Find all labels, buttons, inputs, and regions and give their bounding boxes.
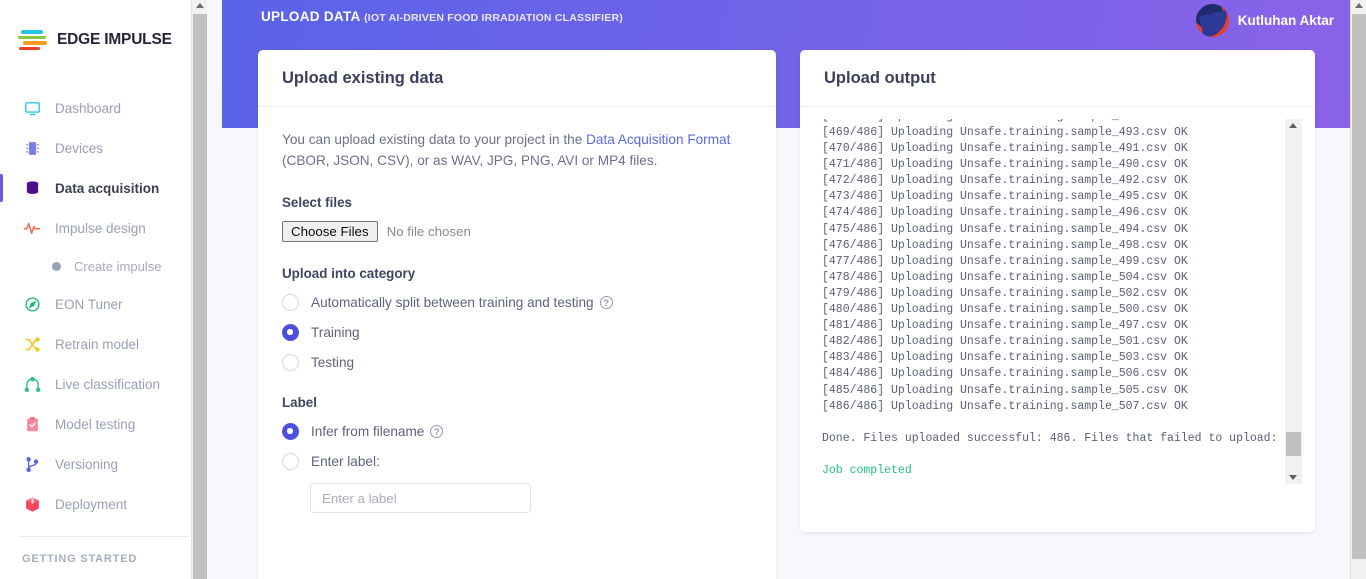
- user-name: Kutluhan Aktar: [1237, 13, 1334, 28]
- network-icon: [22, 374, 42, 394]
- sidebar-item-model-testing[interactable]: Model testing: [0, 404, 207, 444]
- edge-impulse-logo-icon: [18, 29, 50, 51]
- sidebar-scrollbar[interactable]: [191, 0, 207, 579]
- upload-output-card: Upload output [468/486] Uploading Unsafe…: [800, 50, 1315, 532]
- radio-auto-split[interactable]: Automatically split between training and…: [282, 294, 752, 311]
- radio-label: Automatically split between training and…: [311, 295, 594, 310]
- upload-output-console[interactable]: [468/486] Uploading Unsafe.training.samp…: [800, 107, 1315, 507]
- sidebar-item-create-impulse[interactable]: Create impulse: [0, 248, 207, 284]
- shuffle-icon: [22, 334, 42, 354]
- sidebar-item-versioning[interactable]: Versioning: [0, 444, 207, 484]
- user-menu[interactable]: Kutluhan Aktar: [1195, 4, 1334, 37]
- scroll-up-arrow-icon[interactable]: [1355, 3, 1363, 8]
- file-picker-row: Choose Files No file chosen: [282, 221, 752, 242]
- sidebar-item-label: Data acquisition: [55, 180, 160, 196]
- sidebar-subitem-label: Create impulse: [74, 258, 162, 274]
- upload-card-header: Upload existing data: [258, 50, 776, 107]
- intro-text-after: (CBOR, JSON, CSV), or as WAV, JPG, PNG, …: [282, 153, 658, 168]
- page-title-main: UPLOAD DATA: [261, 9, 361, 24]
- sidebar-item-label: Versioning: [55, 456, 119, 472]
- intro-text-before: You can upload existing data to your pro…: [282, 132, 587, 147]
- sidebar-item-label: Devices: [55, 140, 104, 156]
- sidebar-nav: Dashboard Devices Data acquisition Impul…: [0, 88, 207, 565]
- console-scrollbar[interactable]: [1285, 119, 1302, 484]
- radio-testing[interactable]: Testing: [282, 354, 752, 371]
- radio-label: Testing: [311, 355, 355, 370]
- radio-label: Infer from filename: [311, 424, 425, 439]
- radio-training[interactable]: Training: [282, 324, 752, 341]
- scroll-up-arrow-icon[interactable]: [1289, 123, 1297, 128]
- monitor-icon: [22, 98, 42, 118]
- sidebar-item-impulse-design[interactable]: Impulse design: [0, 208, 207, 248]
- page-title-project: (IOT AI-DRIVEN FOOD IRRADIATION CLASSIFI…: [364, 12, 623, 24]
- radio-button[interactable]: [282, 453, 299, 470]
- waveform-icon: [22, 218, 42, 238]
- label-section-label: Label: [282, 395, 317, 410]
- radio-enter-label[interactable]: Enter label:: [282, 453, 752, 470]
- job-status-line: Job completed: [822, 463, 912, 477]
- avatar: [1195, 4, 1229, 37]
- sidebar-item-devices[interactable]: Devices: [0, 128, 207, 168]
- sidebar-item-live-classification[interactable]: Live classification: [0, 364, 207, 404]
- radio-label: Training: [311, 325, 360, 340]
- brand-name: EDGE IMPULSE: [57, 31, 172, 48]
- radio-button[interactable]: [282, 423, 299, 440]
- sidebar-item-label: Live classification: [55, 376, 161, 392]
- sidebar-item-dashboard[interactable]: Dashboard: [0, 88, 207, 128]
- sidebar-item-label: Dashboard: [55, 100, 122, 116]
- sidebar-item-label: EON Tuner: [55, 296, 123, 312]
- chip-icon: [22, 138, 42, 158]
- dot-icon: [52, 261, 61, 271]
- clipped-log-line: [468/486] Uploading Unsafe.training.samp…: [822, 119, 1188, 125]
- label-input[interactable]: [310, 483, 531, 513]
- clipboard-check-icon: [22, 414, 42, 434]
- sidebar-item-label: Model testing: [55, 416, 136, 432]
- clipped-log-line-wrap: [468/486] Uploading Unsafe.training.samp…: [822, 119, 1315, 125]
- sidebar-item-deployment[interactable]: Deployment: [0, 484, 207, 524]
- radio-button[interactable]: [282, 324, 299, 341]
- box-icon: [22, 494, 42, 514]
- choose-files-button[interactable]: Choose Files: [282, 221, 378, 242]
- radio-button[interactable]: [282, 354, 299, 371]
- data-acquisition-format-link[interactable]: Data Acquisition Format: [586, 132, 730, 147]
- scroll-down-arrow-icon[interactable]: [1289, 475, 1297, 480]
- scrollbar-thumb[interactable]: [1352, 14, 1366, 559]
- sidebar-section-title: GETTING STARTED: [22, 553, 138, 565]
- radio-infer-from-filename[interactable]: Infer from filename ?: [282, 423, 752, 440]
- scroll-up-arrow-icon[interactable]: [196, 3, 204, 8]
- output-card-title: Upload output: [824, 68, 936, 87]
- upload-existing-data-card: Upload existing data You can upload exis…: [258, 50, 776, 579]
- compass-icon: [22, 294, 42, 314]
- sidebar-item-label: Retrain model: [55, 336, 140, 352]
- select-files-label: Select files: [282, 195, 352, 210]
- sidebar: EDGE IMPULSE Dashboard Devices Data acqu…: [0, 0, 207, 579]
- no-file-chosen-text: No file chosen: [386, 224, 471, 239]
- help-icon[interactable]: ?: [599, 296, 613, 309]
- sidebar-item-eon-tuner[interactable]: EON Tuner: [0, 284, 207, 324]
- radio-label: Enter label:: [311, 454, 380, 469]
- upload-intro-text: You can upload existing data to your pro…: [282, 129, 752, 171]
- page-scrollbar[interactable]: [1350, 0, 1366, 579]
- sidebar-item-retrain-model[interactable]: Retrain model: [0, 324, 207, 364]
- upload-card-body: You can upload existing data to your pro…: [258, 107, 776, 513]
- app-root: EDGE IMPULSE Dashboard Devices Data acqu…: [0, 0, 1366, 579]
- upload-card-title: Upload existing data: [282, 68, 444, 87]
- sidebar-item-label: Impulse design: [55, 220, 146, 236]
- scrollbar-thumb[interactable]: [193, 14, 207, 579]
- brand-logo[interactable]: EDGE IMPULSE: [0, 0, 207, 58]
- page-title: UPLOAD DATA (IOT AI-DRIVEN FOOD IRRADIAT…: [261, 9, 623, 24]
- log-lines: [469/486] Uploading Unsafe.training.samp…: [822, 126, 1188, 413]
- output-card-header: Upload output: [800, 50, 1315, 107]
- upload-into-category-label: Upload into category: [282, 266, 416, 281]
- scrollbar-thumb[interactable]: [1286, 432, 1301, 456]
- sidebar-item-data-acquisition[interactable]: Data acquisition: [0, 168, 207, 208]
- summary-line: Done. Files uploaded successful: 486. Fi…: [822, 431, 1299, 445]
- database-icon: [22, 178, 42, 198]
- branch-icon: [22, 454, 42, 474]
- sidebar-item-label: Deployment: [55, 496, 128, 512]
- help-icon[interactable]: ?: [430, 425, 444, 438]
- radio-button[interactable]: [282, 294, 299, 311]
